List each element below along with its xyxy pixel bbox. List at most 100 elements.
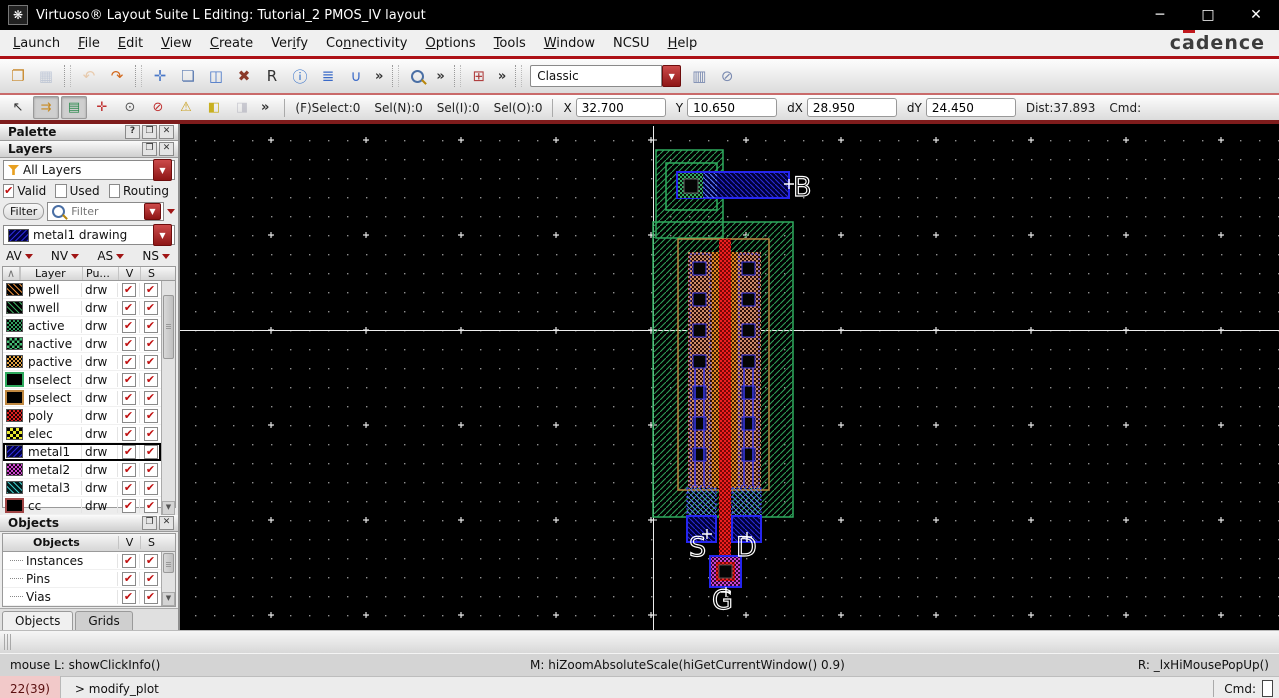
menu-launch[interactable]: Launch — [4, 33, 69, 54]
visible-checkbox[interactable]: ✔ — [121, 354, 136, 369]
layer-row-metal3[interactable]: metal3 drw ✔ ✔ — [3, 479, 161, 497]
menu-view[interactable]: View — [152, 33, 201, 54]
layers-scrollbar[interactable]: ▼ — [161, 281, 175, 515]
maximize-button[interactable]: □ — [1193, 7, 1223, 23]
object-row-instances[interactable]: Instances ✔ ✔ — [3, 552, 161, 570]
highlight-button[interactable]: ◧ — [201, 96, 227, 119]
valid-checkbox[interactable]: ✔ — [3, 184, 15, 198]
visible-checkbox[interactable]: ✔ — [121, 589, 136, 604]
chevron-down-icon[interactable]: ▼ — [662, 65, 682, 87]
current-layer-select[interactable]: metal1 drawing ▼ — [3, 224, 175, 246]
mode-av[interactable]: AV — [6, 249, 33, 263]
objects-scrollbar[interactable]: ▼ — [161, 552, 175, 606]
layer-row-pactive[interactable]: pactive drw ✔ ✔ — [3, 353, 161, 371]
object-row-pins[interactable]: Pins ✔ ✔ — [3, 570, 161, 588]
visible-checkbox[interactable]: ✔ — [121, 372, 136, 387]
coord-input-y[interactable] — [687, 98, 778, 117]
close-layers-icon[interactable]: ✕ — [159, 142, 174, 156]
toolbar-overflow-icon[interactable]: » — [370, 69, 388, 84]
align-button[interactable]: ≣ — [315, 63, 341, 89]
visible-checkbox[interactable]: ✔ — [121, 336, 136, 351]
layer-row-nselect[interactable]: nselect drw ✔ ✔ — [3, 371, 161, 389]
coord-input-dx[interactable] — [806, 98, 897, 117]
mode-as[interactable]: AS — [97, 249, 125, 263]
filter-button[interactable]: Filter — [3, 203, 45, 220]
layer-row-metal1[interactable]: metal1 drw ✔ ✔ — [3, 443, 161, 461]
toolbar-grip[interactable] — [4, 634, 11, 650]
copy-button[interactable]: ❏ — [175, 63, 201, 89]
visible-checkbox[interactable]: ✔ — [121, 282, 136, 297]
selectable-checkbox[interactable]: ✔ — [143, 553, 158, 568]
chevron-down-icon[interactable]: ▼ — [153, 159, 172, 181]
sort-icon[interactable]: ∧ — [3, 267, 20, 280]
selectable-checkbox[interactable]: ✔ — [143, 589, 158, 604]
create-via-button[interactable]: ⊞ — [466, 63, 492, 89]
delete-button[interactable]: ✖ — [231, 63, 257, 89]
selectable-checkbox[interactable]: ✔ — [143, 300, 158, 315]
selectable-checkbox[interactable]: ✔ — [143, 408, 158, 423]
visible-checkbox[interactable]: ✔ — [121, 300, 136, 315]
mode-nv[interactable]: NV — [51, 249, 80, 263]
layer-row-active[interactable]: active drw ✔ ✔ — [3, 317, 161, 335]
layer-scope-select[interactable]: All Layers ▼ — [3, 159, 175, 181]
coord-input-dy[interactable] — [925, 98, 1016, 117]
layer-row-nactive[interactable]: nactive drw ✔ ✔ — [3, 335, 161, 353]
layer-row-cc[interactable]: cc drw ✔ ✔ — [3, 497, 161, 515]
info-button[interactable]: ⓘ — [287, 63, 313, 89]
selectable-checkbox[interactable]: ✔ — [143, 282, 158, 297]
scroll-down-icon[interactable]: ▼ — [162, 501, 175, 515]
selectable-checkbox[interactable]: ✔ — [143, 571, 158, 586]
float-objects-icon[interactable]: ❐ — [142, 516, 157, 530]
zoom-in-button[interactable] — [404, 63, 430, 89]
scroll-down-icon[interactable]: ▼ — [162, 592, 175, 606]
mode-ns[interactable]: NS — [142, 249, 170, 263]
undo-button[interactable]: ↶ — [76, 63, 102, 89]
tab-objects[interactable]: Objects — [2, 611, 74, 630]
visible-checkbox[interactable]: ✔ — [121, 553, 136, 568]
layer-filter-box[interactable]: ▼ — [47, 202, 164, 221]
help-icon[interactable]: ? — [125, 125, 140, 139]
selectable-checkbox[interactable]: ✔ — [143, 462, 158, 477]
close-panel-icon[interactable]: ✕ — [159, 125, 174, 139]
layer-row-elec[interactable]: elec drw ✔ ✔ — [3, 425, 161, 443]
redo-button[interactable]: ↷ — [104, 63, 130, 89]
visible-checkbox[interactable]: ✔ — [121, 426, 136, 441]
layer-row-metal2[interactable]: metal2 drw ✔ ✔ — [3, 461, 161, 479]
layer-row-nwell[interactable]: nwell drw ✔ ✔ — [3, 299, 161, 317]
used-checkbox[interactable] — [55, 184, 67, 198]
gravity-button[interactable]: ✛ — [89, 96, 115, 119]
stretch-button[interactable]: ◫ — [203, 63, 229, 89]
layer-row-pwell[interactable]: pwell drw ✔ ✔ — [3, 281, 161, 299]
close-objects-icon[interactable]: ✕ — [159, 516, 174, 530]
toolbar-overflow-icon[interactable]: » — [493, 69, 511, 84]
routing-checkbox[interactable] — [108, 184, 120, 198]
menu-verify[interactable]: Verify — [262, 33, 317, 54]
hide-workspace-button[interactable]: ⊘ — [714, 63, 740, 89]
menu-options[interactable]: Options — [417, 33, 485, 54]
menu-ncsu[interactable]: NCSU — [604, 33, 659, 54]
selectable-checkbox[interactable]: ✔ — [143, 336, 158, 351]
visible-checkbox[interactable]: ✔ — [121, 571, 136, 586]
toolbar-overflow-icon[interactable]: » — [431, 69, 449, 84]
layer-row-pselect[interactable]: pselect drw ✔ ✔ — [3, 389, 161, 407]
check-button[interactable]: ⚠ — [173, 96, 199, 119]
visible-checkbox[interactable]: ✔ — [121, 408, 136, 423]
properties-button[interactable]: R — [259, 63, 285, 89]
minimize-button[interactable]: ─ — [1145, 7, 1175, 23]
select-mode-button[interactable]: ↖ — [5, 96, 31, 119]
chevron-down-icon[interactable]: ▼ — [153, 224, 172, 246]
menu-create[interactable]: Create — [201, 33, 262, 54]
layer-visibility-button[interactable]: ▤ — [61, 96, 87, 119]
selectable-checkbox[interactable]: ✔ — [143, 372, 158, 387]
float-layers-icon[interactable]: ❐ — [142, 142, 157, 156]
selectable-checkbox[interactable]: ✔ — [143, 354, 158, 369]
command-input-caret[interactable] — [1262, 680, 1273, 697]
menu-tools[interactable]: Tools — [485, 33, 535, 54]
tab-grids[interactable]: Grids — [75, 611, 133, 630]
save-workspace-button[interactable]: ▥ — [686, 63, 712, 89]
selectable-checkbox[interactable]: ✔ — [143, 498, 158, 513]
chevron-down-icon[interactable] — [167, 209, 175, 214]
scrollbar-thumb[interactable] — [163, 553, 174, 573]
toolbar-overflow-icon[interactable]: » — [256, 100, 274, 115]
selectable-checkbox[interactable]: ✔ — [143, 444, 158, 459]
